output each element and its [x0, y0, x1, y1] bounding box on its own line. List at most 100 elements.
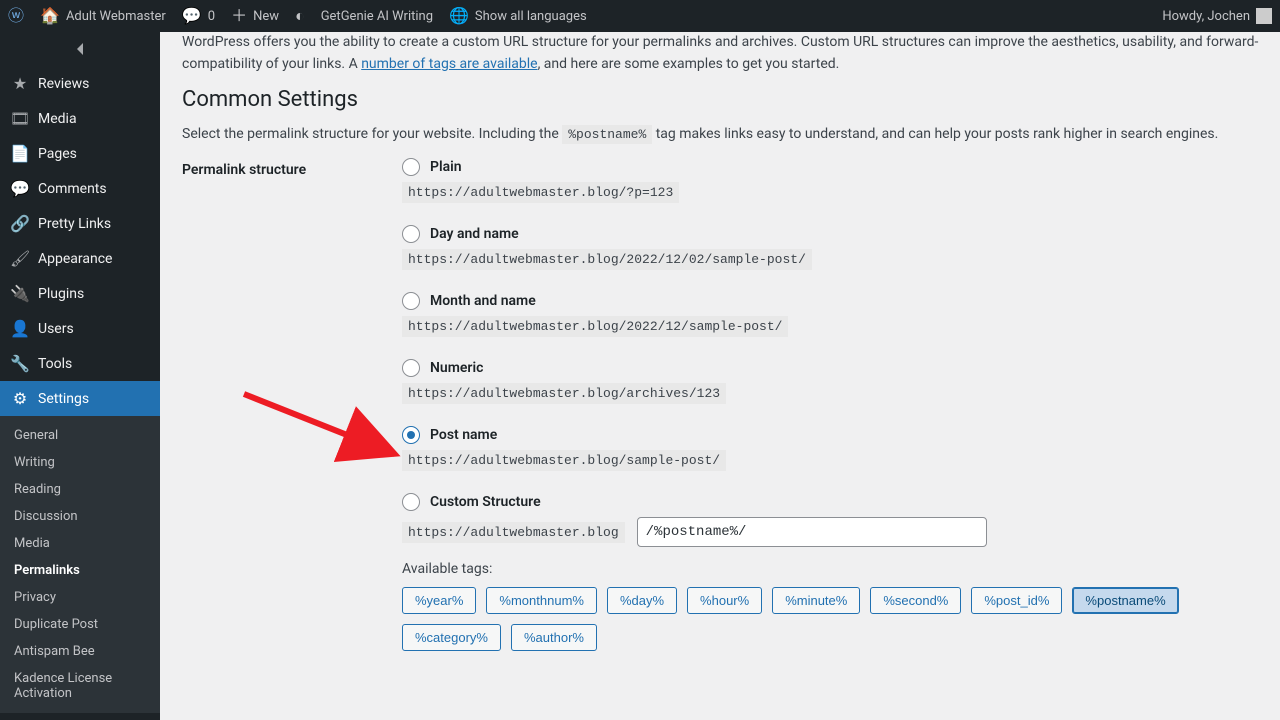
users-icon: 👤: [10, 319, 30, 338]
sidebar-item-pages[interactable]: 📄 Pages: [0, 136, 160, 171]
languages-menu[interactable]: 🌐Show all languages: [441, 0, 595, 32]
sidebar-label: Plugins: [38, 286, 84, 302]
languages-label: Show all languages: [475, 9, 587, 24]
sidebar-item-users[interactable]: 👤 Users: [0, 311, 160, 346]
yoast-icon: ◐: [295, 8, 305, 24]
tag-button-minute[interactable]: %minute%: [772, 587, 860, 614]
my-account[interactable]: Howdy, Jochen: [1154, 0, 1280, 32]
radio-month-and-name[interactable]: [402, 292, 420, 310]
custom-prefix: https://adultwebmaster.blog: [402, 522, 625, 543]
radio-plain[interactable]: [402, 158, 420, 176]
settings-icon: ⚙: [10, 389, 30, 408]
example-url: https://adultwebmaster.blog/sample-post/: [402, 450, 726, 471]
example-url: https://adultwebmaster.blog/2022/12/samp…: [402, 316, 788, 337]
sidebar-item-appearance[interactable]: 🖌 Appearance: [0, 241, 160, 276]
tag-button-hour[interactable]: %hour%: [687, 587, 762, 614]
sidebar-label: Comments: [38, 181, 107, 197]
sidebar-label: Settings: [38, 391, 89, 407]
plus-icon: ＋: [231, 8, 247, 24]
postname-tag-chip: %postname%: [562, 125, 652, 144]
admin-sidebar: ★ Reviews 🎞 Media 📄 Pages 💬 Comments 🔗 Pretty…: [0, 32, 160, 720]
site-name[interactable]: 🏠 Adult Webmaster: [32, 0, 174, 32]
radio-post-name[interactable]: [402, 426, 420, 444]
sidebar-label: Appearance: [38, 251, 112, 267]
example-url: https://adultwebmaster.blog/archives/123: [402, 383, 726, 404]
common-settings-heading: Common Settings: [182, 87, 1260, 112]
submenu-media[interactable]: Media: [0, 530, 160, 557]
submenu-discussion[interactable]: Discussion: [0, 503, 160, 530]
submenu-privacy[interactable]: Privacy: [0, 584, 160, 611]
tags-docs-link[interactable]: number of tags are available: [361, 56, 537, 72]
plugin-icon: 🔌: [10, 284, 30, 303]
yoast-menu[interactable]: ◐: [287, 0, 313, 32]
radio-custom-structure[interactable]: [402, 493, 420, 511]
tag-buttons: %year% %monthnum% %day% %hour% %minute% %seco…: [402, 587, 1260, 651]
link-icon: 🔗: [10, 214, 30, 233]
tag-button-postname[interactable]: %postname%: [1072, 587, 1178, 614]
sidebar-item-prettylinks[interactable]: 🔗 Pretty Links: [0, 206, 160, 241]
option-label[interactable]: Numeric: [430, 360, 483, 376]
media-icon: 🎞: [10, 109, 30, 128]
sidebar-label: Reviews: [38, 76, 89, 92]
permalink-structure-label: Permalink structure: [182, 158, 402, 178]
submenu-permalinks[interactable]: Permalinks: [0, 557, 160, 584]
sidebar-item-comments[interactable]: 💬 Comments: [0, 171, 160, 206]
comment-icon: 💬: [182, 8, 202, 24]
tag-button-monthnum[interactable]: %monthnum%: [486, 587, 597, 614]
radio-day-and-name[interactable]: [402, 225, 420, 243]
getgenie-label: GetGenie AI Writing: [321, 9, 433, 24]
option-label[interactable]: Plain: [430, 159, 462, 175]
page-icon: 📄: [10, 144, 30, 163]
tag-button-year[interactable]: %year%: [402, 587, 476, 614]
option-label[interactable]: Month and name: [430, 293, 536, 309]
subheading-paragraph: Select the permalink structure for your …: [182, 124, 1260, 146]
collapse-menu[interactable]: [0, 32, 160, 66]
permalink-options: Plain https://adultwebmaster.blog/?p=123 D…: [402, 158, 1260, 673]
example-url: https://adultwebmaster.blog/?p=123: [402, 182, 679, 203]
comments-number: 0: [208, 9, 215, 24]
tag-button-day[interactable]: %day%: [607, 587, 677, 614]
option-label[interactable]: Post name: [430, 427, 497, 443]
sidebar-label: Media: [38, 111, 77, 127]
sidebar-item-tools[interactable]: 🔧 Tools: [0, 346, 160, 381]
star-icon: ★: [10, 74, 30, 93]
tag-button-post_id[interactable]: %post_id%: [971, 587, 1062, 614]
sidebar-item-reviews[interactable]: ★ Reviews: [0, 66, 160, 101]
tag-button-author[interactable]: %author%: [511, 624, 597, 651]
home-icon: 🏠: [40, 8, 60, 24]
tag-button-second[interactable]: %second%: [870, 587, 961, 614]
site-name-label: Adult Webmaster: [66, 9, 166, 24]
brush-icon: 🖌: [10, 249, 30, 268]
submenu-writing[interactable]: Writing: [0, 449, 160, 476]
available-tags-label: Available tags:: [402, 561, 1260, 577]
comments-count[interactable]: 💬0: [174, 0, 223, 32]
chevron-left-icon: [77, 43, 83, 55]
wordpress-icon: ⓦ: [8, 8, 24, 24]
custom-structure-input[interactable]: [637, 517, 987, 547]
settings-submenu: General Writing Reading Discussion Media…: [0, 416, 160, 713]
sidebar-label: Pages: [38, 146, 77, 162]
sidebar-label: Users: [38, 321, 74, 337]
sidebar-item-settings[interactable]: ⚙ Settings: [0, 381, 160, 416]
submenu-antispam-bee[interactable]: Antispam Bee: [0, 638, 160, 665]
wordpress-logo[interactable]: ⓦ: [0, 0, 32, 32]
sidebar-item-media[interactable]: 🎞 Media: [0, 101, 160, 136]
sidebar-label: Pretty Links: [38, 216, 111, 232]
sidebar-item-plugins[interactable]: 🔌 Plugins: [0, 276, 160, 311]
tag-button-category[interactable]: %category%: [402, 624, 501, 651]
option-label[interactable]: Custom Structure: [430, 494, 541, 510]
new-content[interactable]: ＋ New: [223, 0, 287, 32]
submenu-kadence[interactable]: Kadence License Activation: [0, 665, 160, 707]
radio-numeric[interactable]: [402, 359, 420, 377]
admin-bar: ⓦ 🏠Adult Webmaster 💬0 ＋New ◐ GetGenie AI…: [0, 0, 1280, 32]
submenu-duplicate-post[interactable]: Duplicate Post: [0, 611, 160, 638]
submenu-reading[interactable]: Reading: [0, 476, 160, 503]
getgenie-menu[interactable]: GetGenie AI Writing: [313, 0, 441, 32]
new-label: New: [253, 9, 279, 24]
submenu-general[interactable]: General: [0, 422, 160, 449]
tools-icon: 🔧: [10, 354, 30, 373]
howdy-label: Howdy, Jochen: [1162, 9, 1250, 24]
option-label[interactable]: Day and name: [430, 226, 519, 242]
comment-icon: 💬: [10, 179, 30, 198]
sidebar-label: Tools: [38, 356, 72, 372]
